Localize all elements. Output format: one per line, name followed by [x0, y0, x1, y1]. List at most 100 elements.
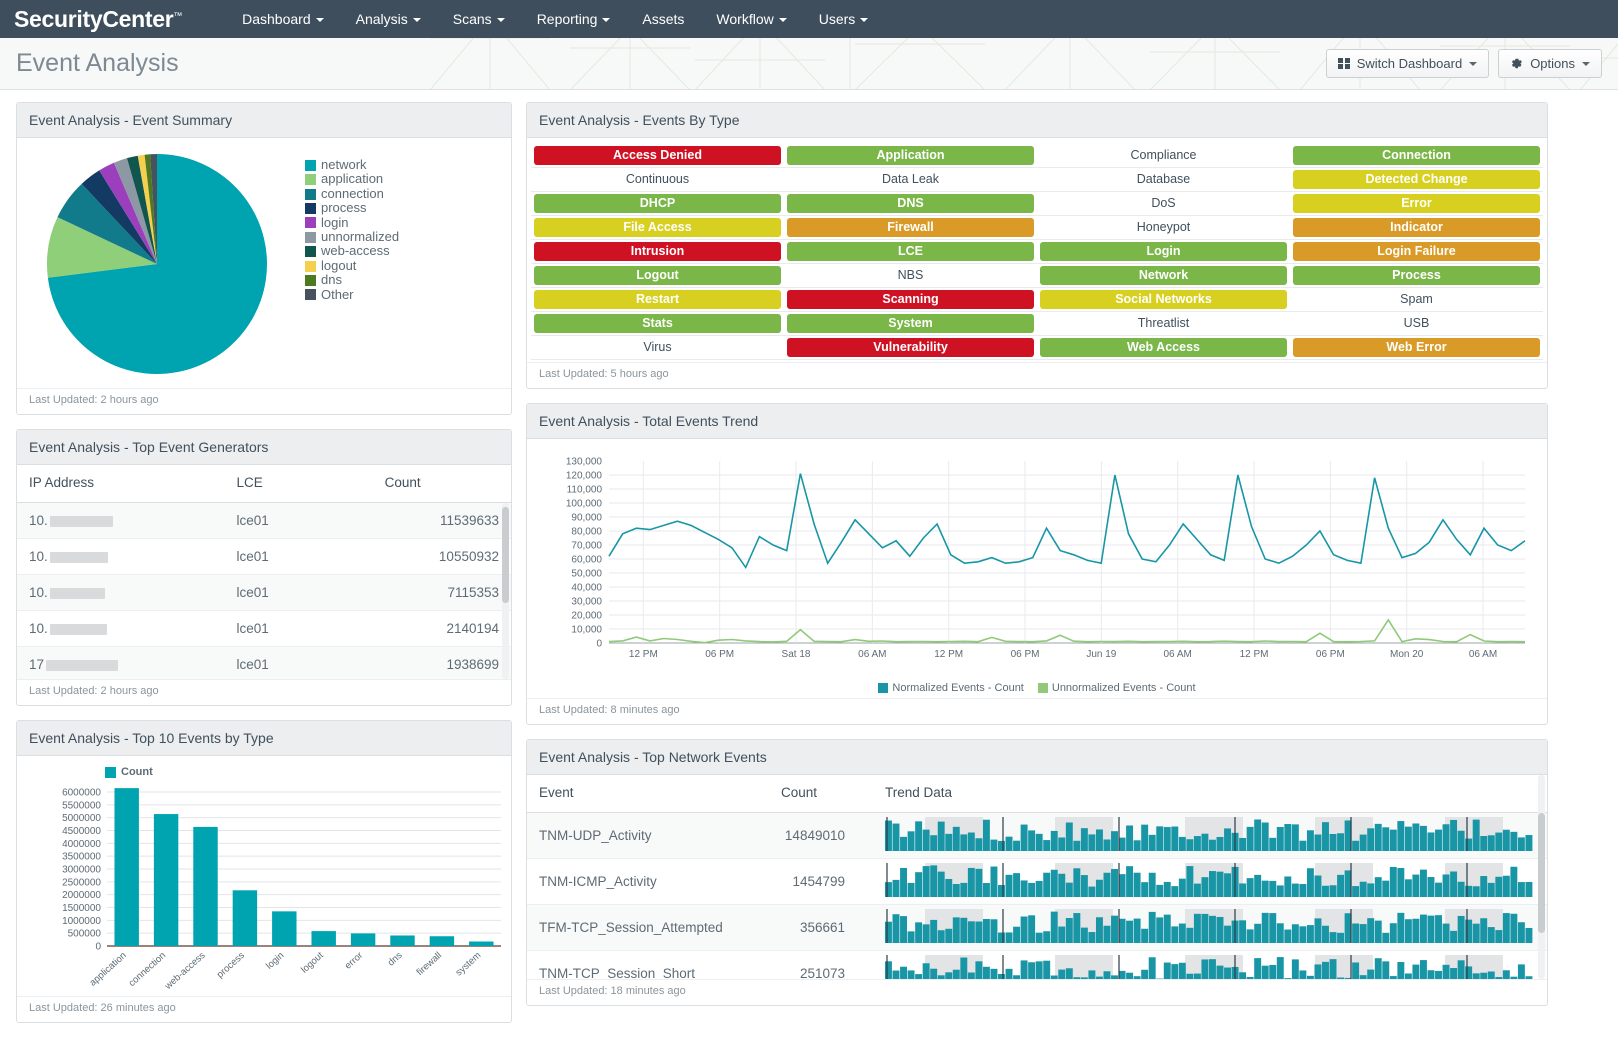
table-row[interactable]: 10. lce01 11539633 — [17, 503, 511, 539]
nav-item-analysis[interactable]: Analysis — [340, 0, 437, 38]
trend-sparkline[interactable] — [885, 857, 1533, 897]
app-logo[interactable]: SecurityCenter™ — [14, 6, 182, 33]
event-type-login-failure[interactable]: Login Failure — [1293, 242, 1540, 261]
trend-sparkline[interactable] — [885, 903, 1533, 943]
trend-line-normalized-events---count[interactable] — [608, 473, 1526, 570]
total-events-trend-chart[interactable]: 0 10,000 20,000 30,000 40,000 50,000 60,000 70,… — [537, 447, 1533, 675]
event-type-lce[interactable]: LCE — [787, 242, 1034, 261]
event-type-web-access[interactable]: Web Access — [1040, 338, 1287, 357]
event-type-system[interactable]: System — [787, 314, 1034, 333]
column-header-count[interactable]: Count — [372, 465, 511, 503]
nav-item-reporting[interactable]: Reporting — [521, 0, 627, 38]
bar-login[interactable] — [272, 911, 297, 946]
bar-firewall[interactable] — [429, 936, 455, 946]
sparkline-bar — [1510, 913, 1518, 943]
event-type-file-access[interactable]: File Access — [534, 218, 781, 237]
nav-item-assets[interactable]: Assets — [626, 0, 700, 38]
bar-connection[interactable] — [153, 814, 179, 946]
event-summary-pie-chart[interactable] — [45, 152, 269, 376]
event-type-process[interactable]: Process — [1293, 266, 1540, 285]
scrollbar-thumb[interactable] — [1538, 813, 1545, 933]
nav-item-users[interactable]: Users — [803, 0, 885, 38]
x-axis-tick-label: dns — [386, 950, 405, 969]
event-type-network[interactable]: Network — [1040, 266, 1287, 285]
event-type-dns[interactable]: DNS — [787, 194, 1034, 213]
bar-error[interactable] — [350, 933, 376, 946]
bar-process[interactable] — [232, 890, 258, 946]
event-type-login[interactable]: Login — [1040, 242, 1287, 261]
event-type-dhcp[interactable]: DHCP — [534, 194, 781, 213]
legend-item-logout[interactable]: logout — [305, 258, 399, 273]
event-type-database[interactable]: Database — [1040, 170, 1287, 189]
event-type-usb[interactable]: USB — [1293, 314, 1540, 333]
table-row[interactable]: TNM-ICMP_Activity 1454799 — [527, 857, 1547, 905]
event-type-stats[interactable]: Stats — [534, 314, 781, 333]
column-header-ip-address[interactable]: IP Address — [17, 465, 225, 503]
event-type-error[interactable]: Error — [1293, 194, 1540, 213]
bar-system[interactable] — [469, 941, 494, 946]
trend-sparkline[interactable] — [885, 949, 1533, 979]
legend-item-login[interactable]: login — [305, 215, 399, 230]
event-type-scanning[interactable]: Scanning — [787, 290, 1034, 309]
bar-logout[interactable] — [311, 931, 336, 946]
bar-application[interactable] — [114, 788, 139, 946]
bar-dns[interactable] — [390, 935, 415, 946]
legend-item-unnormalized[interactable]: unnormalized — [305, 229, 399, 244]
top-10-bar-chart[interactable]: Count 6000000 5500000 5000000 4500000 400000… — [27, 764, 501, 992]
sparkline-bar — [1352, 962, 1360, 979]
event-type-access-denied[interactable]: Access Denied — [534, 146, 781, 165]
top-event-generators-scroll-area[interactable]: 10. lce01 11539633 10. lce01 10550932 10. lce01… — [17, 503, 511, 679]
legend-entry-normalized[interactable]: Normalized Events - Count — [878, 682, 1024, 694]
column-header-count[interactable]: Count — [768, 775, 857, 813]
event-type-data-leak[interactable]: Data Leak — [787, 170, 1034, 189]
legend-item-network[interactable]: network — [305, 157, 399, 172]
legend-item-other[interactable]: Other — [305, 287, 399, 302]
event-type-detected-change[interactable]: Detected Change — [1293, 170, 1540, 189]
event-type-application[interactable]: Application — [787, 146, 1034, 165]
options-button[interactable]: Options — [1498, 49, 1602, 78]
table-row[interactable]: TFM-TCP_Session_Attempted 356661 — [527, 903, 1547, 951]
event-type-web-error[interactable]: Web Error — [1293, 338, 1540, 357]
top-network-events-scroll-area[interactable]: Event Count Trend Data TNM-UDP_Activity 1… — [527, 775, 1547, 979]
scrollbar-thumb[interactable] — [502, 507, 509, 603]
nav-item-scans[interactable]: Scans — [437, 0, 521, 38]
event-type-intrusion[interactable]: Intrusion — [534, 242, 781, 261]
legend-entry-unnormalized[interactable]: Unnormalized Events - Count — [1037, 682, 1196, 694]
event-type-nbs[interactable]: NBS — [787, 266, 1034, 285]
event-type-indicator[interactable]: Indicator — [1293, 218, 1540, 237]
trend-line-unnormalized-events---count[interactable] — [608, 618, 1526, 644]
sparkline-bar — [1510, 976, 1518, 979]
bar-web-access[interactable] — [193, 826, 218, 946]
event-type-continuous[interactable]: Continuous — [534, 170, 781, 189]
table-row[interactable]: 17 lce01 1938699 — [17, 646, 511, 679]
event-type-honeypot[interactable]: Honeypot — [1040, 218, 1287, 237]
table-row[interactable]: TNM-UDP_Activity 14849010 — [527, 811, 1547, 859]
event-type-threatlist[interactable]: Threatlist — [1040, 314, 1287, 333]
column-header-trend-data[interactable]: Trend Data — [857, 775, 1547, 813]
column-header-lce[interactable]: LCE — [224, 465, 373, 503]
event-type-logout[interactable]: Logout — [534, 266, 781, 285]
switch-dashboard-button[interactable]: Switch Dashboard — [1326, 49, 1490, 78]
table-row[interactable]: 10. lce01 7115353 — [17, 574, 511, 611]
event-type-dos[interactable]: DoS — [1040, 194, 1287, 213]
event-type-spam[interactable]: Spam — [1293, 290, 1540, 309]
nav-item-dashboard[interactable]: Dashboard — [226, 0, 340, 38]
table-row[interactable]: 10. lce01 2140194 — [17, 610, 511, 647]
legend-item-web-access[interactable]: web-access — [305, 244, 399, 258]
event-type-firewall[interactable]: Firewall — [787, 218, 1034, 237]
column-header-event[interactable]: Event — [527, 775, 769, 813]
event-type-vulnerability[interactable]: Vulnerability — [787, 338, 1034, 357]
event-type-compliance[interactable]: Compliance — [1040, 146, 1287, 165]
table-row[interactable]: TNM-TCP_Session_Short 251073 — [527, 949, 1547, 979]
event-type-connection[interactable]: Connection — [1293, 146, 1540, 165]
legend-item-dns[interactable]: dns — [305, 272, 399, 287]
nav-item-workflow[interactable]: Workflow — [700, 0, 802, 38]
trend-sparkline[interactable] — [885, 811, 1533, 851]
event-type-virus[interactable]: Virus — [534, 338, 781, 357]
table-row[interactable]: 10. lce01 10550932 — [17, 538, 511, 575]
event-type-restart[interactable]: Restart — [534, 290, 781, 309]
event-type-social-networks[interactable]: Social Networks — [1040, 290, 1287, 309]
legend-item-application[interactable]: application — [305, 171, 399, 186]
legend-item-connection[interactable]: connection — [305, 186, 399, 201]
legend-item-process[interactable]: process — [305, 200, 399, 215]
